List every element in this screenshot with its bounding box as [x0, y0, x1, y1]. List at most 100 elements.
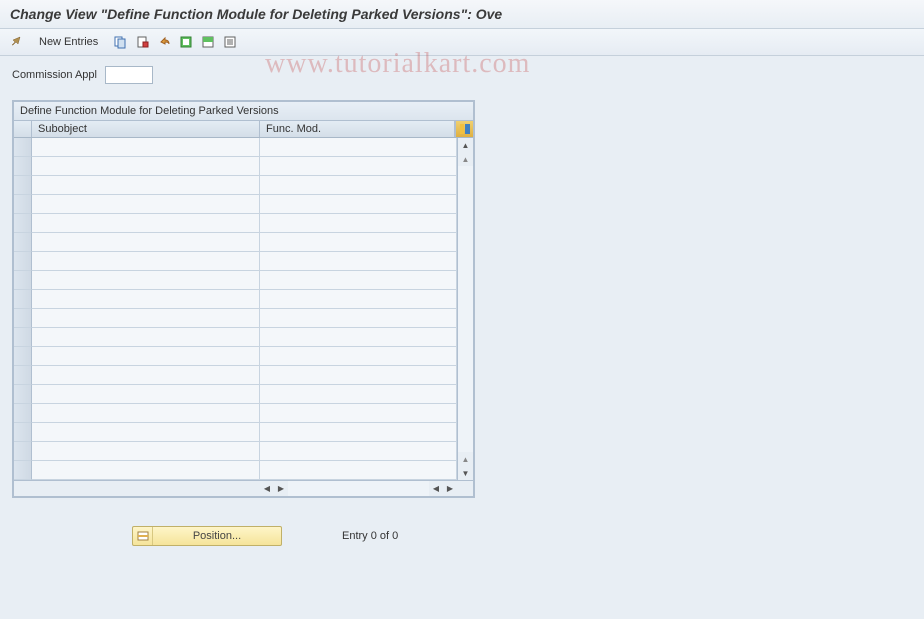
row-selector[interactable] [14, 290, 32, 309]
new-entries-button[interactable]: New Entries [30, 33, 107, 51]
cell-funcmod[interactable] [260, 271, 457, 290]
table-row[interactable] [14, 157, 457, 176]
cell-funcmod[interactable] [260, 423, 457, 442]
table-row[interactable] [14, 309, 457, 328]
row-selector[interactable] [14, 385, 32, 404]
cell-funcmod[interactable] [260, 214, 457, 233]
commission-appl-field-row: Commission Appl [12, 66, 912, 84]
copy-icon[interactable] [111, 33, 129, 51]
cell-subobject[interactable] [32, 423, 260, 442]
cell-subobject[interactable] [32, 271, 260, 290]
table-row[interactable] [14, 290, 457, 309]
row-selector[interactable] [14, 423, 32, 442]
row-selector[interactable] [14, 195, 32, 214]
scroll-down-icon[interactable]: ▼ [458, 466, 473, 480]
cell-funcmod[interactable] [260, 347, 457, 366]
table-row[interactable] [14, 176, 457, 195]
position-button[interactable]: Position... [132, 526, 282, 546]
table-row[interactable] [14, 195, 457, 214]
cell-subobject[interactable] [32, 309, 260, 328]
cell-subobject[interactable] [32, 176, 260, 195]
table-row[interactable] [14, 252, 457, 271]
table-row[interactable] [14, 442, 457, 461]
table-row[interactable] [14, 423, 457, 442]
cell-subobject[interactable] [32, 385, 260, 404]
cell-funcmod[interactable] [260, 252, 457, 271]
cell-subobject[interactable] [32, 442, 260, 461]
table-row[interactable] [14, 214, 457, 233]
column-header-funcmod[interactable]: Func. Mod. [260, 121, 455, 137]
table-row[interactable] [14, 328, 457, 347]
row-selector[interactable] [14, 271, 32, 290]
vertical-scrollbar[interactable]: ▲ ▲ ▲ ▼ [457, 138, 473, 480]
undo-icon[interactable] [155, 33, 173, 51]
table-title: Define Function Module for Deleting Park… [14, 102, 473, 121]
row-selector[interactable] [14, 157, 32, 176]
scroll-up-icon[interactable]: ▲ [458, 138, 473, 152]
scroll-track[interactable] [458, 166, 473, 452]
row-selector[interactable] [14, 138, 32, 157]
cell-subobject[interactable] [32, 461, 260, 480]
table-row[interactable] [14, 138, 457, 157]
row-selector[interactable] [14, 176, 32, 195]
select-block-icon[interactable] [199, 33, 217, 51]
hscroll-right-icon[interactable]: ▶ [274, 481, 288, 496]
row-selector[interactable] [14, 404, 32, 423]
row-selector[interactable] [14, 328, 32, 347]
hscroll-left-end-icon[interactable]: ◀ [429, 481, 443, 496]
cell-funcmod[interactable] [260, 385, 457, 404]
table-row[interactable] [14, 404, 457, 423]
commission-appl-input[interactable] [105, 66, 153, 84]
cell-subobject[interactable] [32, 157, 260, 176]
row-selector[interactable] [14, 366, 32, 385]
table-row[interactable] [14, 366, 457, 385]
cell-funcmod[interactable] [260, 176, 457, 195]
cell-subobject[interactable] [32, 138, 260, 157]
table-row[interactable] [14, 347, 457, 366]
table-row[interactable] [14, 461, 457, 480]
cell-funcmod[interactable] [260, 138, 457, 157]
cell-funcmod[interactable] [260, 442, 457, 461]
scroll-down-step-icon[interactable]: ▲ [458, 452, 473, 466]
table-row[interactable] [14, 385, 457, 404]
cell-funcmod[interactable] [260, 366, 457, 385]
row-selector[interactable] [14, 252, 32, 271]
cell-funcmod[interactable] [260, 461, 457, 480]
row-selector[interactable] [14, 233, 32, 252]
row-selector[interactable] [14, 347, 32, 366]
cell-subobject[interactable] [32, 290, 260, 309]
cell-funcmod[interactable] [260, 290, 457, 309]
row-selector[interactable] [14, 461, 32, 480]
table-config-icon[interactable] [455, 121, 473, 137]
cell-funcmod[interactable] [260, 195, 457, 214]
cell-funcmod[interactable] [260, 404, 457, 423]
hscroll-track[interactable] [288, 481, 429, 496]
cell-subobject[interactable] [32, 347, 260, 366]
scroll-up-step-icon[interactable]: ▲ [458, 152, 473, 166]
cell-subobject[interactable] [32, 233, 260, 252]
horizontal-scrollbar[interactable]: ◀ ▶ ◀ ▶ [14, 480, 473, 496]
cell-funcmod[interactable] [260, 328, 457, 347]
toggle-display-icon[interactable] [8, 33, 26, 51]
hscroll-left-icon[interactable]: ◀ [260, 481, 274, 496]
cell-subobject[interactable] [32, 214, 260, 233]
row-selector[interactable] [14, 442, 32, 461]
cell-subobject[interactable] [32, 195, 260, 214]
select-all-icon[interactable] [177, 33, 195, 51]
table-row[interactable] [14, 233, 457, 252]
row-selector[interactable] [14, 309, 32, 328]
delete-icon[interactable] [133, 33, 151, 51]
cell-subobject[interactable] [32, 252, 260, 271]
table-row[interactable] [14, 271, 457, 290]
cell-subobject[interactable] [32, 328, 260, 347]
cell-funcmod[interactable] [260, 309, 457, 328]
cell-subobject[interactable] [32, 404, 260, 423]
hscroll-right-end-icon[interactable]: ▶ [443, 481, 457, 496]
row-selector[interactable] [14, 214, 32, 233]
column-header-subobject[interactable]: Subobject [32, 121, 260, 137]
table-select-all-corner[interactable] [14, 121, 32, 137]
cell-funcmod[interactable] [260, 233, 457, 252]
cell-subobject[interactable] [32, 366, 260, 385]
cell-funcmod[interactable] [260, 157, 457, 176]
deselect-all-icon[interactable] [221, 33, 239, 51]
